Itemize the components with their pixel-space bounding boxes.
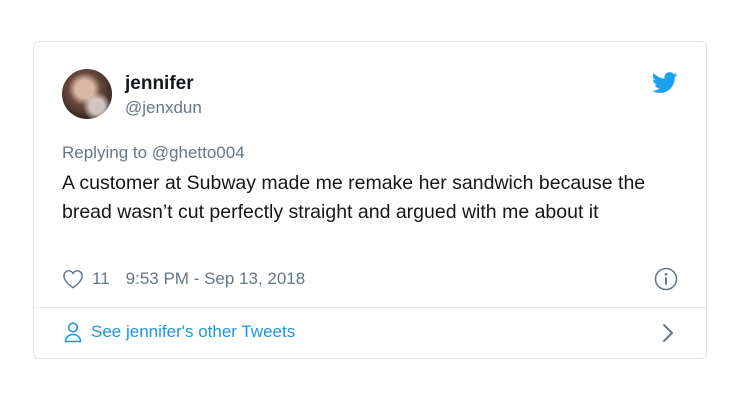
- user-name[interactable]: jennifer: [125, 73, 194, 95]
- see-other-tweets-link[interactable]: See jennifer's other Tweets: [34, 308, 706, 358]
- heart-icon[interactable]: [62, 269, 84, 289]
- tweet-text: A customer at Subway made me remake her …: [62, 172, 646, 223]
- user-handle[interactable]: @jenxdun: [125, 98, 202, 118]
- see-other-tweets-label[interactable]: See jennifer's other Tweets: [91, 322, 295, 342]
- twitter-bird-icon[interactable]: [652, 72, 678, 94]
- info-icon[interactable]: [654, 267, 678, 291]
- timestamp[interactable]: 9:53 PM - Sep 13, 2018: [126, 269, 306, 289]
- avatar[interactable]: [62, 69, 112, 119]
- reply-prefix: Replying to: [62, 143, 152, 162]
- tweet-meta: 11 9:53 PM - Sep 13, 2018: [62, 267, 305, 291]
- like-count[interactable]: 11: [92, 269, 110, 289]
- reply-handle-link[interactable]: @ghetto004: [152, 143, 245, 162]
- reply-context: Replying to @ghetto004: [62, 143, 245, 163]
- embedded-tweet-card: jennifer @jenxdun Replying to @ghetto004…: [33, 41, 707, 359]
- chevron-right-icon[interactable]: [662, 323, 674, 343]
- person-icon: [64, 322, 82, 343]
